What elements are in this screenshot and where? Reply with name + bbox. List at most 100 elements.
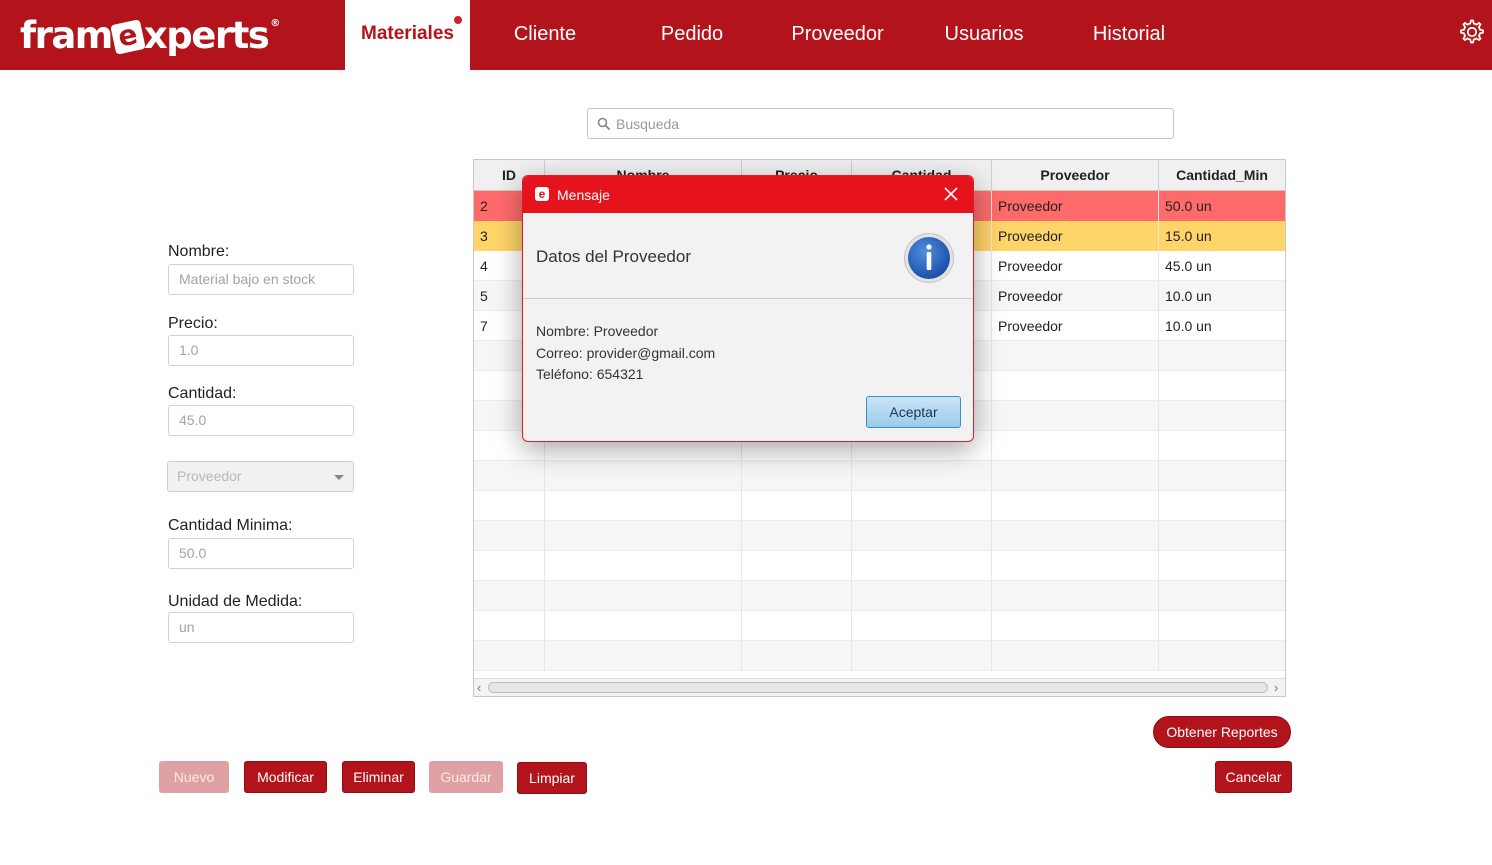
nuevo-button[interactable]: Nuevo: [159, 761, 229, 793]
dialog-titlebar[interactable]: e Mensaje: [523, 176, 973, 213]
table-cell: [1159, 641, 1285, 671]
table-cell: [852, 551, 992, 581]
tab-pedido[interactable]: Pedido: [637, 0, 747, 70]
notification-dot: [454, 16, 462, 24]
table-cell: 10.0 un: [1165, 318, 1212, 334]
scroll-left-icon[interactable]: ‹: [477, 680, 481, 695]
table-cell: [1159, 551, 1285, 581]
eliminar-button[interactable]: Eliminar: [342, 761, 415, 793]
table-cell: [1159, 491, 1285, 521]
table-cell: [852, 521, 992, 551]
cantidad-label: Cantidad:: [168, 385, 237, 402]
table-cell: [474, 581, 545, 611]
precio-input[interactable]: 1.0: [168, 335, 354, 366]
dialog-body: Nombre: Proveedor Correo: provider@gmail…: [536, 321, 715, 386]
cancelar-button[interactable]: Cancelar: [1215, 761, 1292, 793]
table-cell: [852, 461, 992, 491]
table-cell: [992, 491, 1159, 521]
table-cell: [742, 461, 852, 491]
dialog-heading: Datos del Proveedor: [536, 247, 691, 266]
table-row[interactable]: [474, 461, 1285, 491]
cantidad-input[interactable]: 45.0: [168, 405, 354, 436]
gear-icon[interactable]: [1457, 17, 1487, 47]
dialog-nombre-line: Nombre: Proveedor: [536, 323, 659, 339]
table-cell: [992, 401, 1159, 431]
logo-e-badge: e: [110, 17, 146, 55]
chevron-down-icon: [334, 475, 344, 480]
table-cell: [992, 551, 1159, 581]
table-cell: [474, 551, 545, 581]
dialog-correo-line: Correo: provider@gmail.com: [536, 344, 716, 361]
dialog-title: Mensaje: [557, 187, 610, 203]
table-row[interactable]: [474, 641, 1285, 671]
table-cell: [1159, 461, 1285, 491]
table-cell: [992, 431, 1159, 461]
table-cell: Proveedor: [992, 191, 1159, 221]
search-icon: [597, 117, 611, 131]
table-cell: [1159, 431, 1285, 461]
table-cell: [852, 491, 992, 521]
table-cell: [992, 611, 1159, 641]
tab-proveedor[interactable]: Proveedor: [775, 0, 900, 70]
table-cell: Proveedor: [992, 281, 1159, 311]
table-cell: [474, 491, 545, 521]
unidad-medida-input[interactable]: un: [168, 612, 354, 643]
table-cell: 15.0 un: [1165, 228, 1212, 244]
table-cell: [742, 491, 852, 521]
nombre-input[interactable]: Material bajo en stock: [168, 264, 354, 295]
table-cell: [474, 611, 545, 641]
table-cell: [992, 461, 1159, 491]
column-header-cantidad-min[interactable]: Cantidad_Min: [1159, 160, 1285, 191]
cantidad-minima-label: Cantidad Minima:: [168, 517, 293, 534]
search-placeholder: Busqueda: [616, 116, 680, 132]
table-cell: [474, 521, 545, 551]
frameexperts-logo: fram e xperts ®: [20, 12, 280, 58]
cantidad-minima-input[interactable]: 50.0: [168, 538, 354, 569]
tab-historial[interactable]: Historial: [1075, 0, 1183, 70]
proveedor-select-value: Proveedor: [177, 468, 242, 484]
dialog-header: Datos del Proveedor: [523, 213, 973, 299]
table-cell: [852, 641, 992, 671]
table-cell: [545, 461, 742, 491]
table-cell: [545, 581, 742, 611]
dialog-telefono-line: Teléfono: 654321: [536, 366, 644, 382]
tab-cliente[interactable]: Cliente: [490, 0, 600, 70]
table-cell: 10.0 un: [1165, 288, 1212, 304]
column-header-proveedor[interactable]: Proveedor: [992, 160, 1159, 191]
modificar-button[interactable]: Modificar: [244, 761, 327, 793]
scrollbar-thumb[interactable]: [488, 682, 1268, 693]
table-row[interactable]: [474, 551, 1285, 581]
guardar-button[interactable]: Guardar: [429, 761, 503, 793]
logo-text-left: fram: [20, 13, 113, 57]
table-row[interactable]: [474, 491, 1285, 521]
table-cell: [742, 611, 852, 641]
table-cell: [1159, 341, 1285, 371]
obtener-reportes-button[interactable]: Obtener Reportes: [1153, 716, 1291, 748]
table-cell: [742, 551, 852, 581]
table-cell: 45.0 un: [1165, 258, 1212, 274]
nombre-label: Nombre:: [168, 243, 230, 260]
table-cell: [992, 371, 1159, 401]
aceptar-button[interactable]: Aceptar: [866, 396, 961, 428]
precio-label: Precio:: [168, 315, 218, 332]
top-navigation-bar: fram e xperts ® Materiales Cliente Pedid…: [0, 0, 1492, 70]
table-row[interactable]: [474, 581, 1285, 611]
table-cell: [1159, 521, 1285, 551]
table-cell: [474, 461, 545, 491]
table-cell: [992, 521, 1159, 551]
table-cell: [1159, 611, 1285, 641]
tab-materiales[interactable]: Materiales: [345, 0, 470, 70]
table-cell: [992, 581, 1159, 611]
table-cell: [474, 641, 545, 671]
search-input[interactable]: Busqueda: [587, 108, 1174, 139]
table-row[interactable]: [474, 611, 1285, 641]
horizontal-scrollbar[interactable]: ‹ ›: [474, 678, 1285, 696]
tab-usuarios[interactable]: Usuarios: [930, 0, 1038, 70]
scroll-right-icon[interactable]: ›: [1274, 680, 1278, 695]
proveedor-select[interactable]: Proveedor: [167, 461, 354, 492]
table-cell: [545, 641, 742, 671]
table-row[interactable]: [474, 521, 1285, 551]
limpiar-button[interactable]: Limpiar: [517, 762, 587, 794]
table-cell: [852, 611, 992, 641]
close-icon[interactable]: [943, 186, 959, 202]
